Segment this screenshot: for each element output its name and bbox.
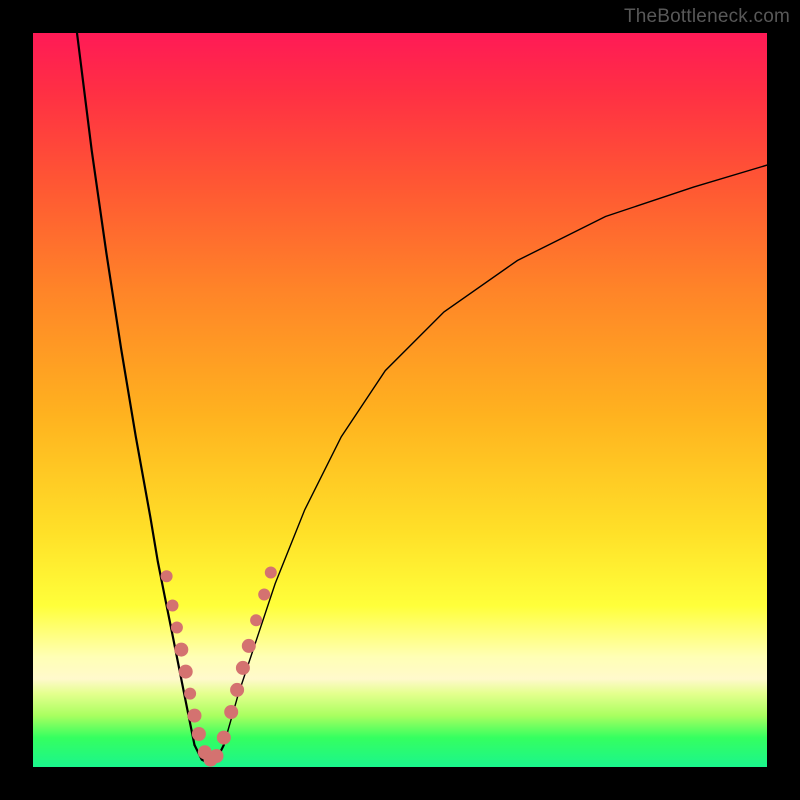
valley-marker bbox=[250, 614, 262, 626]
curve-layer bbox=[33, 33, 767, 767]
valley-marker bbox=[192, 727, 206, 741]
valley-marker bbox=[258, 589, 270, 601]
watermark-text: TheBottleneck.com bbox=[624, 6, 790, 28]
valley-marker bbox=[167, 600, 179, 612]
valley-marker bbox=[265, 567, 277, 579]
curve-left-branch bbox=[77, 33, 195, 745]
valley-marker bbox=[188, 709, 202, 723]
chart-container: TheBottleneck.com bbox=[0, 0, 800, 800]
valley-marker bbox=[236, 661, 250, 675]
valley-marker bbox=[184, 688, 196, 700]
valley-marker bbox=[171, 622, 183, 634]
valley-marker bbox=[174, 643, 188, 657]
valley-marker bbox=[230, 683, 244, 697]
valley-marker bbox=[242, 639, 256, 653]
plot-area bbox=[33, 33, 767, 767]
valley-marker bbox=[224, 705, 238, 719]
valley-marker bbox=[210, 749, 224, 763]
curve-right-branch bbox=[224, 165, 767, 745]
valley-marker bbox=[217, 731, 231, 745]
valley-marker bbox=[179, 665, 193, 679]
valley-marker bbox=[161, 570, 173, 582]
